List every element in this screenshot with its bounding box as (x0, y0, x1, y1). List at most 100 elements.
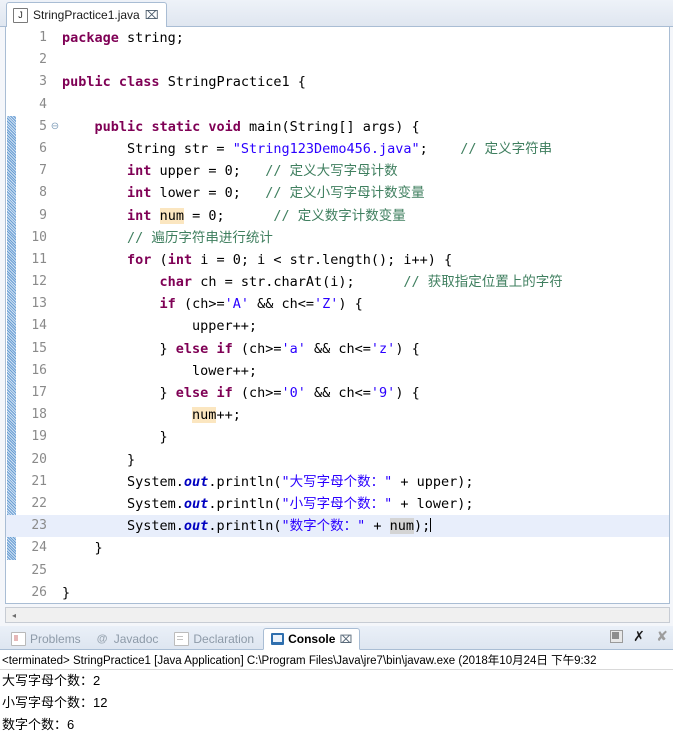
close-icon[interactable]: ⌧ (145, 9, 159, 21)
eclipse-window: J StringPractice1.java ⌧ 1 package string… (0, 0, 673, 754)
code-text: } (62, 451, 136, 468)
declaration-icon (174, 632, 190, 646)
terminate-button[interactable] (609, 629, 623, 643)
code-line[interactable]: 16 lower++; (6, 360, 669, 382)
code-text: int upper = 0; // 定义大写字母计数 (127, 163, 398, 180)
code-text: for (int i = 0; i < str.length(); i++) { (127, 251, 453, 268)
line-number: 9 (39, 207, 47, 223)
console-tab-label: Declaration (193, 632, 255, 646)
code-line[interactable]: 19 } (6, 426, 669, 448)
problems-icon (11, 632, 26, 646)
console-tab-problems[interactable]: Problems (4, 628, 88, 650)
code-text: num++; (192, 407, 241, 424)
console-toolbar: ✗ ✘ (609, 629, 669, 643)
code-text: public static void main(String[] args) { (94, 118, 420, 135)
console-output-line: 大写字母个数：2 (2, 673, 101, 688)
code-line[interactable]: 7 int upper = 0; // 定义大写字母计数 (6, 160, 669, 182)
code-line[interactable]: 21 System.out.println("大写字母个数：" + upper)… (6, 471, 669, 493)
console-output-line: 小写字母个数：12 (2, 695, 108, 710)
code-line[interactable]: 22 System.out.println("小写字母个数：" + lower)… (6, 493, 669, 515)
code-line[interactable]: 11 for (int i = 0; i < str.length(); i++… (6, 249, 669, 271)
code-text: if (ch>='A' && ch<='Z') { (159, 296, 363, 313)
code-editor[interactable]: 1 package string; 2 3 public class StringPra… (5, 26, 670, 604)
console-tabbar: ✗ ✘ Problems @ Javadoc Declaration Console ⌧ (0, 626, 673, 650)
code-line[interactable]: 6 String str = "String123Demo456.java"; … (6, 138, 669, 160)
code-line[interactable]: 25 (6, 560, 669, 582)
console-tab-javadoc[interactable]: @ Javadoc (90, 628, 166, 650)
line-number: 26 (31, 584, 47, 600)
line-number: 21 (31, 473, 47, 489)
line-number: 25 (31, 562, 47, 578)
line-number: 4 (39, 96, 47, 112)
line-number: 2 (39, 52, 47, 68)
line-number: 7 (39, 163, 47, 179)
console-output: 大写字母个数：2 小写字母个数：12 数字个数：6 (0, 670, 673, 736)
code-line[interactable]: 14 upper++; (6, 315, 669, 337)
close-icon[interactable]: ⌧ (339, 633, 352, 646)
javadoc-icon: @ (96, 633, 108, 645)
code-line[interactable]: 2 (6, 49, 669, 71)
code-line[interactable]: 23 System.out.println("数字个数：" + num); (6, 515, 669, 538)
editor-tab-stringpractice1[interactable]: J StringPractice1.java ⌧ (6, 2, 167, 27)
code-line[interactable]: 4 (6, 94, 669, 116)
editor-area: J StringPractice1.java ⌧ 1 package string… (0, 0, 673, 626)
code-line[interactable]: 10 // 遍历字符串进行统计 (6, 227, 669, 249)
code-text: } (62, 429, 168, 446)
console-tab-declaration[interactable]: Declaration (167, 628, 261, 650)
code-text: package string; (62, 30, 184, 46)
line-number: 19 (31, 429, 47, 445)
line-number: 10 (31, 229, 47, 245)
code-text: String str = "String123Demo456.java"; //… (62, 140, 553, 157)
line-number: 17 (31, 385, 47, 400)
code-line[interactable]: 9 int num = 0; // 定义数字计数变量 (6, 205, 669, 227)
line-number: 11 (31, 251, 47, 267)
remove-all-terminated-button[interactable]: ✘ (655, 629, 669, 643)
line-number: 8 (39, 185, 47, 201)
console-tab-label: Console (288, 632, 336, 646)
console-output-line: 数字个数：6 (2, 717, 75, 732)
console-tab-console[interactable]: Console ⌧ (263, 628, 361, 650)
code-line[interactable]: 3 public class StringPractice1 { (6, 71, 669, 93)
line-number: 14 (31, 318, 47, 334)
code-text: int num = 0; // 定义数字计数变量 (127, 207, 406, 224)
java-file-icon: J (13, 7, 28, 23)
code-text: int lower = 0; // 定义小写字母计数变量 (127, 185, 425, 202)
code-line[interactable]: 17 } else if (ch>='0' && ch<='9') { (6, 382, 669, 404)
code-line[interactable]: 8 int lower = 0; // 定义小写字母计数变量 (6, 182, 669, 204)
code-text: public class StringPractice1 { (62, 74, 306, 91)
code-text: } else if (ch>='a' && ch<='z') { (62, 340, 420, 357)
line-number: 3 (39, 74, 47, 90)
console-body[interactable]: <terminated> StringPractice1 [Java Appli… (0, 650, 673, 754)
line-number: 24 (31, 540, 47, 556)
console-icon (271, 633, 285, 645)
code-line[interactable]: 24 } (6, 537, 669, 559)
code-text: System.out.println("小写字母个数：" + lower); (62, 495, 474, 512)
remove-launch-button[interactable]: ✗ (632, 629, 646, 643)
console-tab-label: Javadoc (113, 632, 159, 646)
code-line[interactable]: 26} (6, 582, 669, 603)
line-number: 20 (31, 451, 47, 467)
editor-tab-label: StringPractice1.java (33, 8, 140, 22)
code-line[interactable]: 5 ⊖ public static void main(String[] args… (6, 116, 669, 138)
line-number: 12 (31, 274, 47, 290)
line-number: 1 (39, 30, 47, 45)
code-text: } (62, 584, 71, 601)
code-line[interactable]: 18 num++; (6, 404, 669, 426)
fold-collapse-icon[interactable]: ⊖ (50, 116, 60, 138)
code-line[interactable]: 20 } (6, 449, 669, 471)
editor-tabbar: J StringPractice1.java ⌧ (0, 0, 673, 27)
code-text: } (62, 540, 103, 557)
code-text: char ch = str.charAt(i); // 获取指定位置上的字符 (159, 274, 563, 291)
code-text: System.out.println("大写字母个数：" + upper); (62, 473, 474, 490)
code-text: upper++; (62, 318, 258, 335)
scrollbar-thumb[interactable] (22, 608, 669, 622)
code-line[interactable]: 15 } else if (ch>='a' && ch<='z') { (6, 338, 669, 360)
code-text: } else if (ch>='0' && ch<='9') { (62, 385, 420, 401)
editor-horizontal-scrollbar[interactable]: ◂ (5, 607, 670, 623)
code-line[interactable]: 1 package string; (6, 27, 669, 49)
code-line[interactable]: 12 char ch = str.charAt(i); // 获取指定位置上的字… (6, 271, 669, 293)
code-text: // 遍历字符串进行统计 (127, 229, 273, 246)
code-line[interactable]: 13 if (ch>='A' && ch<='Z') { (6, 293, 669, 315)
scroll-left-icon[interactable]: ◂ (6, 611, 22, 620)
line-number: 23 (31, 518, 47, 534)
